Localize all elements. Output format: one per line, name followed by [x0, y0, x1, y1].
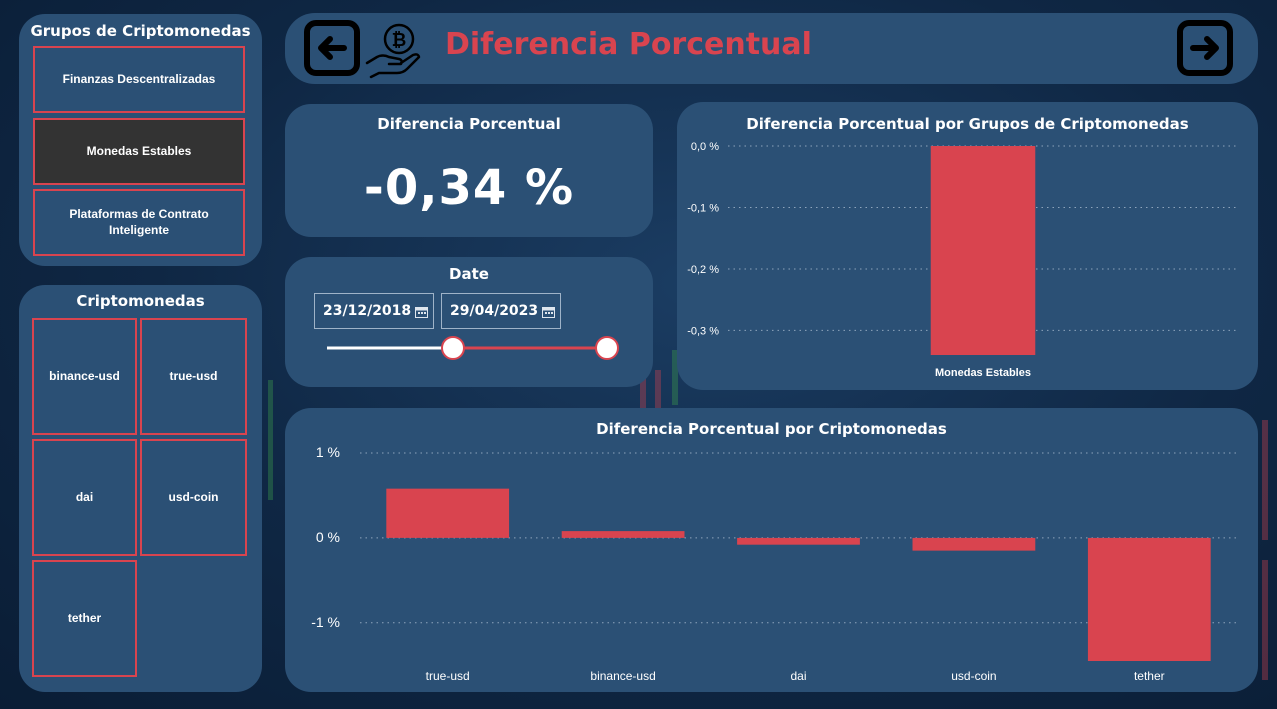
- back-button[interactable]: [304, 20, 360, 76]
- page-title: Diferencia Porcentual: [445, 27, 812, 62]
- group-finanzas-descentralizadas-button[interactable]: Finanzas Descentralizadas: [33, 46, 245, 113]
- forward-button[interactable]: [1177, 20, 1233, 76]
- y-tick-label: 0,0 %: [691, 141, 719, 153]
- coin-tether-button[interactable]: tether: [32, 560, 137, 677]
- slider-end-handle[interactable]: [595, 336, 619, 360]
- kpi-title: Diferencia Porcentual: [377, 115, 561, 133]
- calendar-icon[interactable]: [415, 306, 428, 318]
- y-tick-label: -0,1 %: [687, 202, 719, 214]
- coins-slicer-title: Criptomonedas: [76, 292, 205, 310]
- y-tick-label: -1 %: [311, 614, 340, 630]
- slider-start-handle[interactable]: [441, 336, 465, 360]
- bar-binance-usd[interactable]: [561, 531, 685, 538]
- x-category-label: dai: [790, 669, 806, 683]
- bar-tether[interactable]: [1087, 537, 1211, 661]
- groups-slicer-title: Grupos de Criptomonedas: [30, 22, 251, 40]
- group-bar-chart: 0,0 % -0,1 % -0,2 % -0,3 % Monedas Estables: [687, 141, 1238, 379]
- end-date-input[interactable]: 29/04/2023: [441, 293, 561, 329]
- coin-binance-usd-button[interactable]: binance-usd: [32, 318, 137, 435]
- coin-usd-coin-button[interactable]: usd-coin: [140, 439, 247, 556]
- x-category-label: tether: [1134, 669, 1165, 683]
- bar-true-usd[interactable]: [386, 488, 510, 538]
- groups-slicer-panel: Grupos de Criptomonedas Finanzas Descent…: [19, 14, 262, 266]
- arrow-left-icon: [318, 36, 347, 60]
- end-date-value: 29/04/2023: [450, 303, 539, 319]
- coin-dai-button[interactable]: dai: [32, 439, 137, 556]
- kpi-value: -0,34 %: [363, 160, 575, 216]
- header-panel: ₿ Diferencia Porcentual: [285, 13, 1258, 84]
- x-category-label: usd-coin: [951, 669, 996, 683]
- calendar-icon[interactable]: [542, 306, 555, 318]
- group-monedas-estables-button[interactable]: Monedas Estables: [33, 118, 245, 185]
- y-tick-label: -0,3 %: [687, 325, 719, 337]
- y-tick-label: 1 %: [316, 444, 340, 460]
- coins-slicer-panel: Criptomonedas binance-usd true-usd dai u…: [19, 285, 262, 692]
- bitcoin-hand-icon: ₿: [365, 23, 421, 79]
- coin-true-usd-button[interactable]: true-usd: [140, 318, 247, 435]
- group-plataformas-contrato-inteligente-button[interactable]: Plataformas de Contrato Inteligente: [33, 189, 245, 256]
- date-slicer-title: Date: [449, 265, 489, 283]
- kpi-card: Diferencia Porcentual -0,34 %: [285, 104, 653, 237]
- start-date-input[interactable]: 23/12/2018: [314, 293, 434, 329]
- y-tick-label: -0,2 %: [687, 264, 719, 276]
- x-category-label: Monedas Estables: [935, 367, 1031, 379]
- coins-bar-chart: 1 % 0 % -1 % true-usd binance-usd dai usd-coin…: [311, 444, 1237, 683]
- x-category-label: true-usd: [426, 669, 470, 683]
- x-category-label: binance-usd: [590, 669, 655, 683]
- bar-dai[interactable]: [737, 537, 860, 545]
- date-slicer-panel: Date 23/12/2018 29/04/2023: [285, 257, 653, 387]
- date-range-slider[interactable]: [285, 335, 653, 361]
- svg-text:₿: ₿: [392, 30, 407, 50]
- coins-chart-panel: Diferencia Porcentual por Criptomonedas …: [285, 408, 1258, 692]
- group-chart-panel: Diferencia Porcentual por Grupos de Crip…: [677, 102, 1258, 390]
- start-date-value: 23/12/2018: [323, 303, 412, 319]
- bar-Monedas Estables[interactable]: [930, 146, 1036, 355]
- bar-usd-coin[interactable]: [912, 537, 1036, 551]
- arrow-right-icon: [1190, 36, 1219, 60]
- y-tick-label: 0 %: [316, 529, 340, 545]
